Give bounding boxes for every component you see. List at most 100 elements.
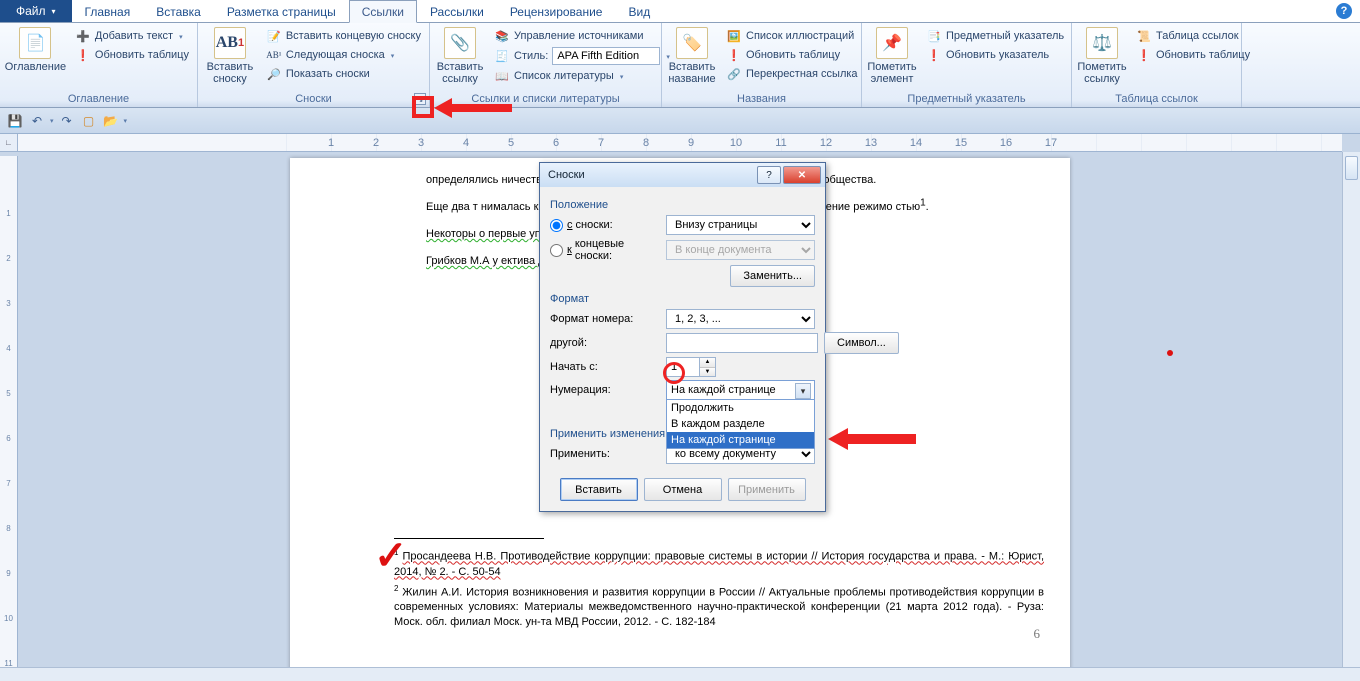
menu-tabs: Файл Главная Вставка Разметка страницы С… — [0, 0, 1360, 23]
tab-insert[interactable]: Вставка — [143, 0, 214, 22]
toc-button[interactable]: 📄 Оглавление — [4, 25, 67, 75]
style-icon: 🧾 — [494, 48, 510, 64]
label-start-at: Начать с: — [550, 361, 660, 373]
index-icon: 📑 — [926, 28, 942, 44]
mark-citation-icon: ⚖️ — [1086, 27, 1118, 59]
tab-review[interactable]: Рецензирование — [497, 0, 616, 22]
dialog-titlebar[interactable]: Сноски ? ✕ — [540, 163, 825, 187]
toa-icon: 📜 — [1136, 28, 1152, 44]
citation-style-input[interactable] — [552, 47, 660, 65]
symbol-button[interactable]: Символ... — [824, 332, 899, 354]
bibliography-icon: 📖 — [494, 68, 510, 84]
footnotes-location-select[interactable]: Внизу страницы — [666, 215, 815, 235]
manage-sources-button[interactable]: 📚Управление источниками — [490, 27, 674, 45]
cross-reference-button[interactable]: 🔗Перекрестная ссылка — [722, 65, 862, 83]
group-captions-title: Названия — [666, 92, 857, 107]
tab-references[interactable]: Ссылки — [349, 0, 417, 23]
figures-icon: 🖼️ — [726, 28, 742, 44]
numbering-dropdown-list[interactable]: Продолжить В каждом разделе На каждой ст… — [666, 399, 815, 449]
insert-endnote-button[interactable]: 📝Вставить концевую сноску — [262, 27, 425, 45]
vertical-scrollbar[interactable] — [1342, 152, 1360, 667]
footnote-icon: AB1 — [214, 27, 246, 59]
help-button[interactable]: ? — [1328, 0, 1360, 22]
quick-access-toolbar: 💾 ↶▾ ↷ ▢ 📂 ▾ — [0, 108, 1360, 134]
tab-mailings[interactable]: Рассылки — [417, 0, 497, 22]
bibliography-button[interactable]: 📖Список литературы — [490, 67, 674, 85]
group-toa-title: Таблица ссылок — [1076, 92, 1237, 107]
table-of-figures-button[interactable]: 🖼️Список иллюстраций — [722, 27, 862, 45]
insert-caption-button[interactable]: 🏷️ Вставить название — [666, 25, 718, 87]
annotation-checkmark: ✓ — [374, 532, 408, 579]
annotation-box — [412, 96, 434, 118]
update-toa-button[interactable]: ❗Обновить таблицу — [1132, 46, 1254, 64]
dialog-title: Сноски — [548, 169, 755, 181]
redo-button[interactable]: ↷ — [58, 112, 76, 130]
radio-endnotes[interactable]: кконцевые сноски: — [550, 238, 660, 262]
caption-icon: 🏷️ — [676, 27, 708, 59]
horizontal-scrollbar[interactable] — [0, 667, 1360, 681]
save-button[interactable]: 💾 — [6, 112, 24, 130]
label-custom-mark: другой: — [550, 337, 660, 349]
insert-citation-button[interactable]: 📎 Вставить ссылку — [434, 25, 486, 87]
annotation-arrow-left — [434, 96, 514, 120]
label-number-format: Формат номера: — [550, 313, 660, 325]
citation-icon: 📎 — [444, 27, 476, 59]
open-button[interactable]: 📂 — [102, 112, 120, 130]
toc-icon: 📄 — [19, 27, 51, 59]
horizontal-ruler[interactable]: 1234567891011121314151617 — [18, 134, 1342, 152]
section-position: Положение — [550, 199, 815, 211]
dialog-help-button[interactable]: ? — [757, 166, 781, 184]
refresh-icon: ❗ — [75, 47, 91, 63]
update-figures-button[interactable]: ❗Обновить таблицу — [722, 46, 862, 64]
numbering-select[interactable]: На каждой странице Продолжить В каждом р… — [666, 380, 815, 400]
ruler-corner[interactable]: ∟ — [0, 134, 18, 152]
citation-style-select[interactable]: 🧾Стиль: — [490, 46, 674, 66]
insert-index-button[interactable]: 📑Предметный указатель — [922, 27, 1068, 45]
numbering-option-continue[interactable]: Продолжить — [667, 400, 814, 416]
cancel-button[interactable]: Отмена — [644, 478, 722, 501]
add-text-button[interactable]: ➕Добавить текст — [71, 27, 193, 45]
group-footnotes-title: Сноски — [202, 92, 425, 107]
number-format-select[interactable]: 1, 2, 3, ... — [666, 309, 815, 329]
endnote-icon: 📝 — [266, 28, 282, 44]
numbering-option-section[interactable]: В каждом разделе — [667, 416, 814, 432]
insert-footnote-button[interactable]: AB1 Вставить сноску — [202, 25, 258, 87]
tab-home[interactable]: Главная — [72, 0, 144, 22]
new-doc-button[interactable]: ▢ — [80, 112, 98, 130]
refresh-icon: ❗ — [926, 47, 942, 63]
refresh-icon: ❗ — [726, 47, 742, 63]
ribbon: 📄 Оглавление ➕Добавить текст ❗Обновить т… — [0, 23, 1360, 108]
tab-file[interactable]: Файл — [0, 0, 72, 22]
radio-footnotes[interactable]: ссноски: — [550, 219, 660, 232]
replace-button[interactable]: Заменить... — [730, 265, 815, 287]
show-notes-button[interactable]: 🔎Показать сноски — [262, 65, 425, 83]
dialog-close-button[interactable]: ✕ — [783, 166, 821, 184]
mark-entry-button[interactable]: 📌 Пометить элемент — [866, 25, 918, 87]
footnotes-area[interactable]: 1 Просандеева Н.В. Противодействие корру… — [394, 538, 1044, 631]
refresh-icon: ❗ — [1136, 47, 1152, 63]
insert-button[interactable]: Вставить — [560, 478, 638, 501]
apply-button: Применить — [728, 478, 806, 501]
next-footnote-button[interactable]: AB¹Следующая сноска — [262, 46, 425, 64]
custom-mark-input[interactable] — [666, 333, 818, 353]
vertical-ruler[interactable]: 1234567891011 — [0, 156, 18, 667]
annotation-circle — [663, 362, 685, 384]
endnotes-location-select: В конце документа — [666, 240, 815, 260]
update-index-button[interactable]: ❗Обновить указатель — [922, 46, 1068, 64]
footnotes-dialog: Сноски ? ✕ Положение ссноски: Внизу стра… — [539, 162, 826, 512]
spin-up[interactable]: ▲ — [700, 358, 715, 368]
update-toc-button[interactable]: ❗Обновить таблицу — [71, 46, 193, 64]
insert-toa-button[interactable]: 📜Таблица ссылок — [1132, 27, 1254, 45]
undo-button[interactable]: ↶ — [28, 112, 46, 130]
tab-view[interactable]: Вид — [615, 0, 663, 22]
tab-pagelayout[interactable]: Разметка страницы — [214, 0, 349, 22]
page-number: 6 — [1034, 626, 1041, 642]
group-toc-title: Оглавление — [4, 92, 193, 107]
crossref-icon: 🔗 — [726, 66, 742, 82]
mark-citation-button[interactable]: ⚖️ Пометить ссылку — [1076, 25, 1128, 87]
plus-icon: ➕ — [75, 28, 91, 44]
section-format: Формат — [550, 293, 815, 305]
spin-down[interactable]: ▼ — [700, 368, 715, 377]
annotation-arrow-right — [828, 426, 918, 452]
numbering-option-page[interactable]: На каждой странице — [667, 432, 814, 448]
